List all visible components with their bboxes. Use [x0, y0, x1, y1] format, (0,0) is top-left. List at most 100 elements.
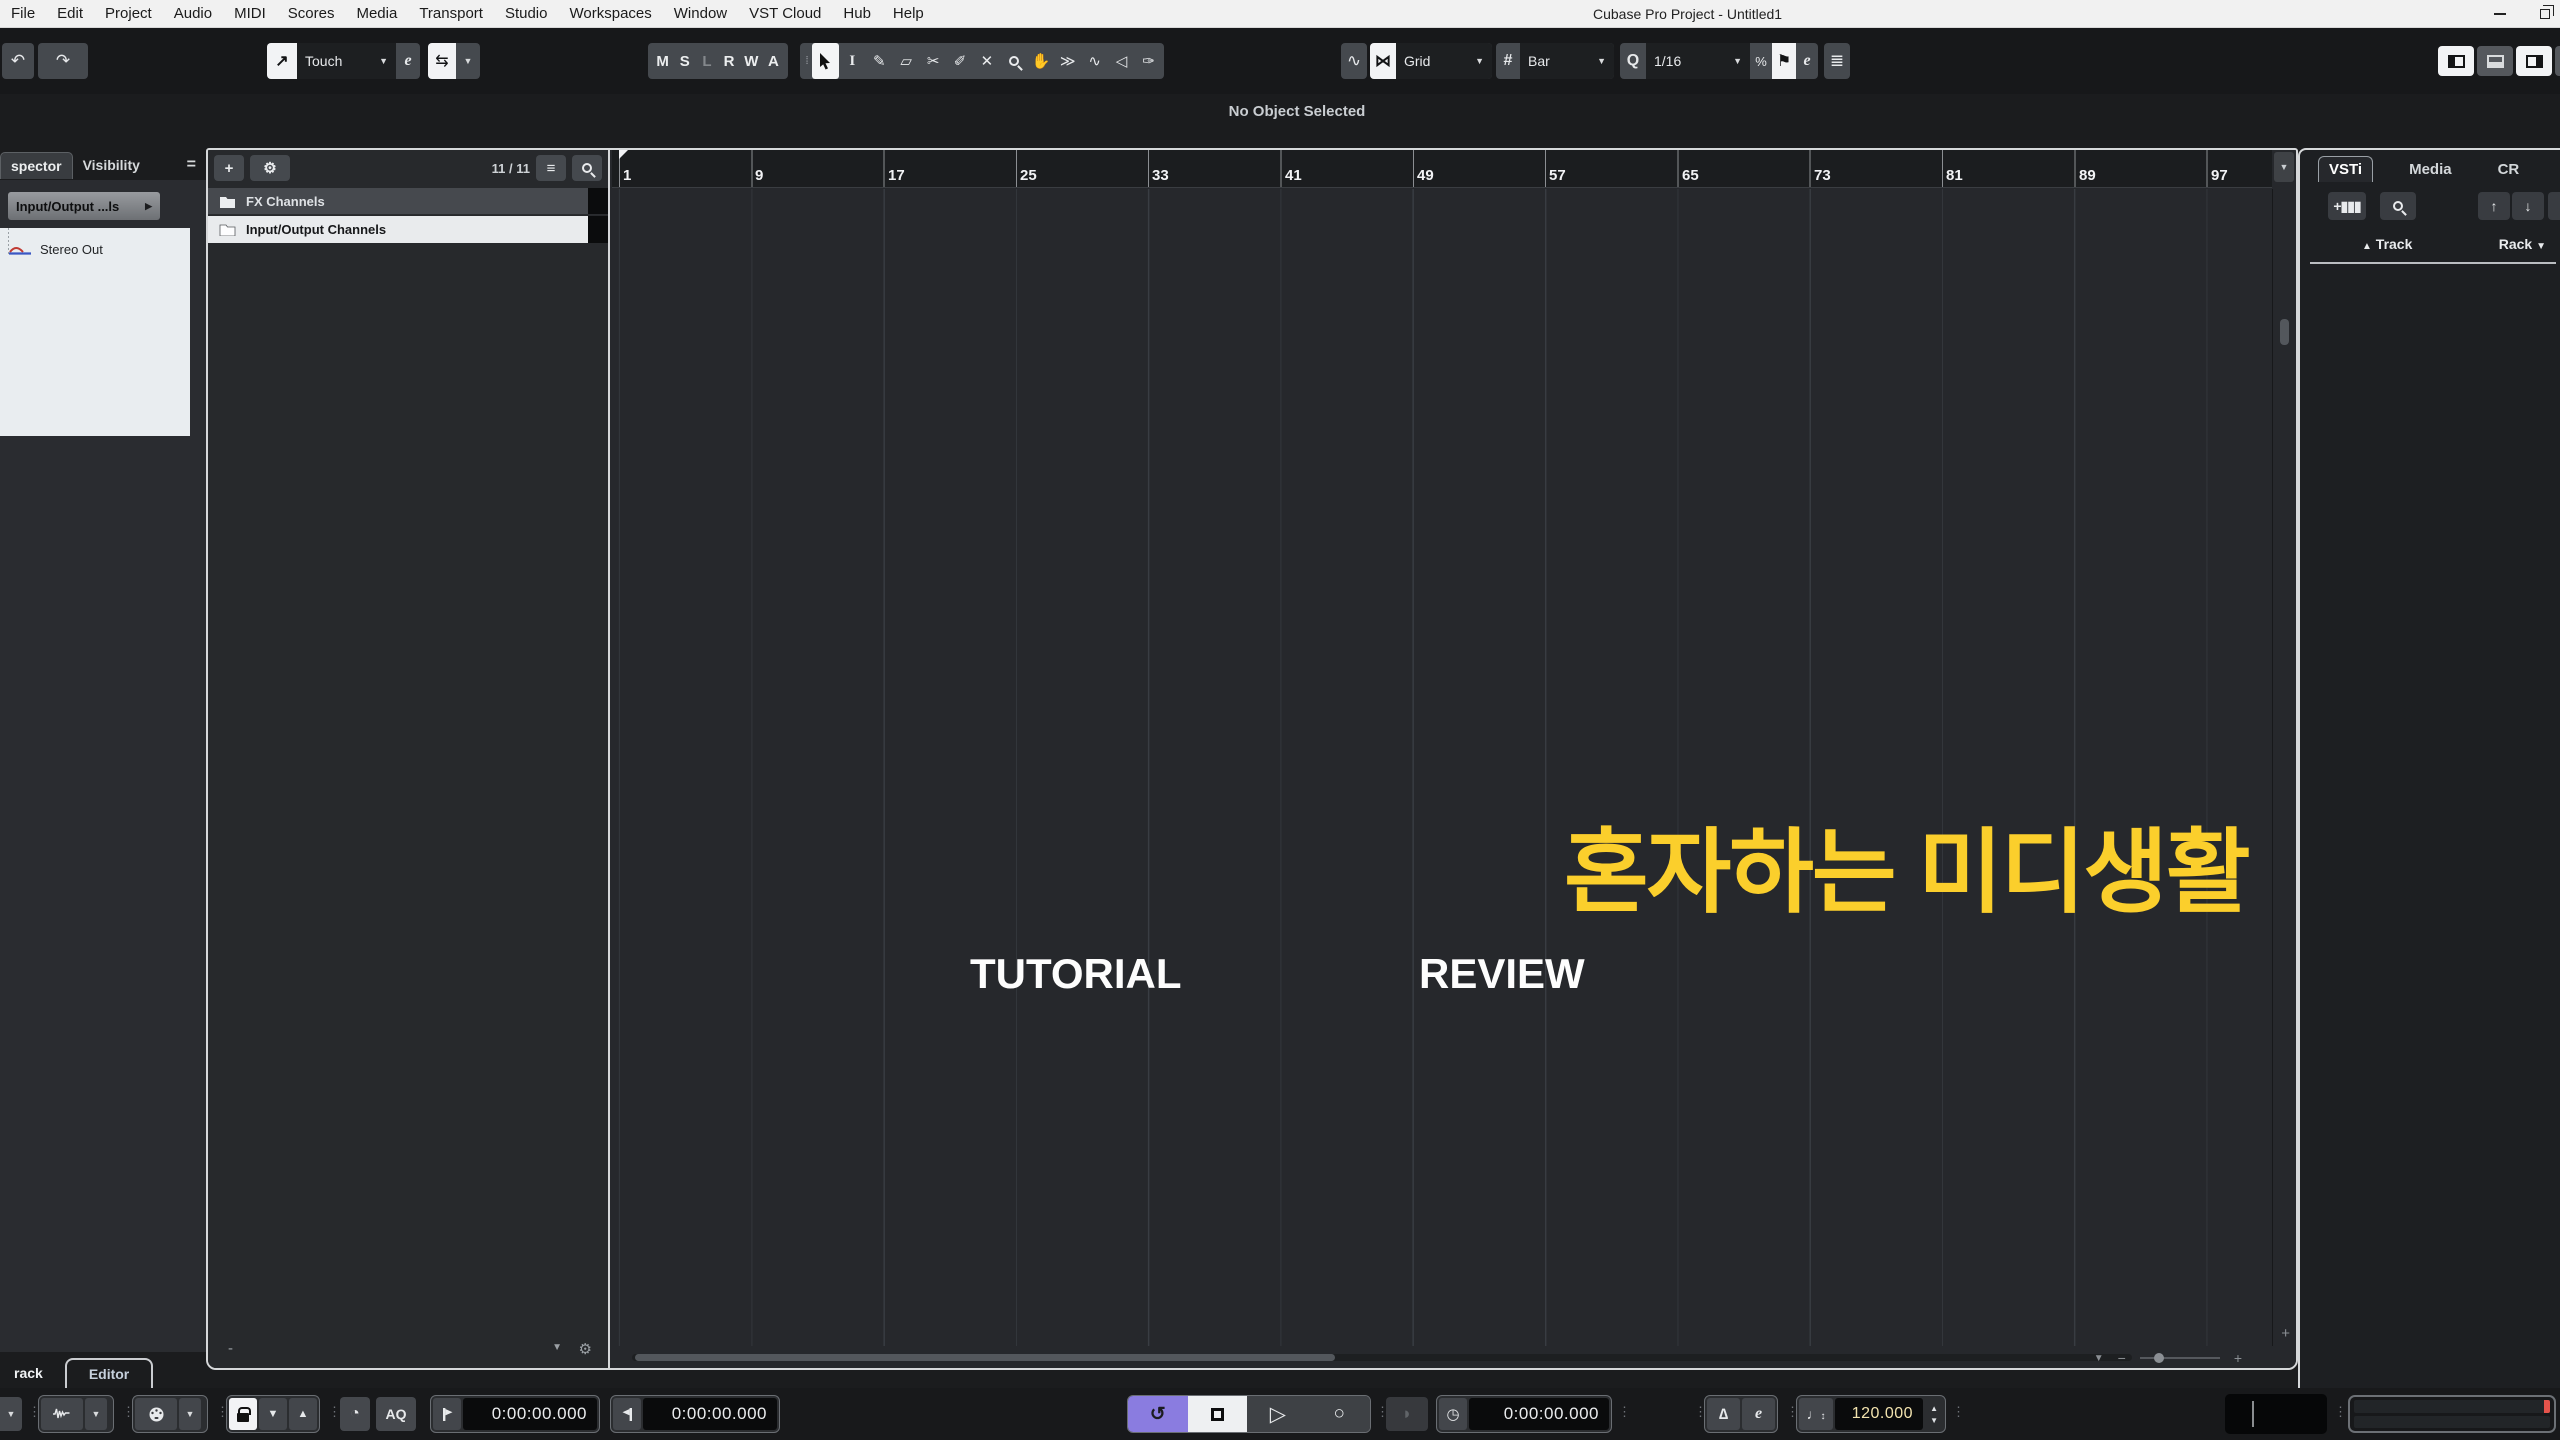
punch-dropdown[interactable]: ▼ — [456, 43, 480, 79]
audio-activity-dropdown[interactable]: ▼ — [85, 1398, 107, 1430]
lower-tab-editor[interactable]: Editor — [64, 1358, 154, 1388]
punch-out-button[interactable]: ▲ — [289, 1398, 317, 1430]
goto-right-locator-button[interactable] — [613, 1398, 641, 1430]
find-instrument-button[interactable] — [2380, 192, 2416, 220]
constrain-delay-dropdown[interactable]: ▼ — [0, 1397, 22, 1431]
quantize-panel-button[interactable]: e — [1796, 43, 1818, 79]
menu-scores[interactable]: Scores — [277, 5, 346, 22]
track-search-button[interactable] — [572, 155, 602, 181]
rack-section-header[interactable]: Rack ▼ — [2499, 236, 2546, 252]
midi-activity-dropdown[interactable]: ▼ — [179, 1398, 201, 1430]
event-display[interactable] — [612, 189, 2272, 1346]
left-zone-toggle[interactable] — [2438, 46, 2474, 76]
audio-activity-button[interactable] — [41, 1398, 83, 1430]
menu-edit[interactable]: Edit — [46, 5, 94, 22]
event-infoline-toggle[interactable]: ≣ — [1824, 43, 1850, 79]
tab-cr[interactable]: CR — [2488, 157, 2530, 182]
tab-media[interactable]: Media — [2399, 157, 2462, 182]
rack-settings-button[interactable] — [2548, 192, 2560, 220]
track-settings-gear-icon[interactable]: ⚙ — [579, 1340, 592, 1358]
right-zone-toggle[interactable] — [2516, 46, 2552, 76]
cycle-button[interactable]: ↺ — [1128, 1396, 1188, 1432]
vertical-zoom-in-button[interactable]: + — [2281, 1325, 2290, 1342]
tab-meter[interactable]: M — [2555, 157, 2560, 182]
suspend-automation-button[interactable]: A — [763, 53, 784, 70]
menu-vst-cloud[interactable]: VST Cloud — [738, 5, 832, 22]
tool-split[interactable]: ✂ — [920, 43, 947, 79]
zoom-slider[interactable] — [2139, 1353, 2220, 1363]
listen-button[interactable]: L — [696, 53, 717, 70]
channel-selector-button[interactable]: Input/Output ...ls ▶ — [8, 192, 160, 220]
move-up-button[interactable]: ↑ — [2478, 192, 2510, 220]
tempo-spinner[interactable]: ▲ ▼ — [1925, 1404, 1943, 1425]
inspector-menu-icon[interactable]: = — [187, 156, 196, 174]
stop-button[interactable] — [1187, 1396, 1248, 1432]
menu-media[interactable]: Media — [345, 5, 408, 22]
horizontal-scroll-thumb[interactable] — [635, 1354, 1335, 1361]
quantize-preset-dropdown[interactable]: 1/16 ▼ — [1646, 43, 1750, 79]
menu-workspaces[interactable]: Workspaces — [559, 5, 663, 22]
track-section-header[interactable]: ▲ Track — [2362, 236, 2412, 252]
automation-button[interactable]: ↗ — [267, 43, 297, 79]
solo-all-button[interactable]: S — [674, 53, 695, 70]
tab-visibility[interactable]: Visibility — [73, 152, 150, 178]
punch-points-button[interactable]: ⇆ — [428, 43, 456, 79]
setup-toolbar-button[interactable] — [2555, 46, 2560, 76]
tool-range-selection[interactable]: I — [839, 43, 866, 79]
metronome-setup-button[interactable]: e — [1742, 1398, 1775, 1430]
autoscroll-button[interactable]: ∿ — [1341, 43, 1367, 79]
table-row[interactable]: FX Channels — [208, 188, 608, 215]
midi-activity-button[interactable] — [135, 1398, 177, 1430]
menu-transport[interactable]: Transport — [408, 5, 494, 22]
tool-comp[interactable]: ≫ — [1054, 43, 1081, 79]
ruler-options-dropdown[interactable]: ▼ — [2274, 152, 2294, 182]
menu-hub[interactable]: Hub — [832, 5, 882, 22]
zoom-slider-knob[interactable] — [2153, 1353, 2164, 1363]
primary-time-display[interactable]: 0:00:00.000 — [1469, 1398, 1609, 1430]
timeline-ruler[interactable]: 1 9 17 25 33 41 49 57 65 73 81 89 97 — [612, 150, 2272, 188]
menu-project[interactable]: Project — [94, 5, 163, 22]
zoom-out-tracks-button[interactable]: - — [228, 1340, 233, 1357]
tool-mute[interactable]: ✕ — [974, 43, 1001, 79]
tool-glue[interactable]: ✐ — [947, 43, 974, 79]
tool-draw[interactable]: ✎ — [866, 43, 893, 79]
punch-lock-button[interactable] — [229, 1398, 257, 1430]
tool-object-selection[interactable] — [811, 43, 839, 79]
left-locator-time[interactable]: 0:00:00.000 — [463, 1398, 597, 1430]
automation-edit-button[interactable]: e — [396, 43, 420, 79]
track-filter-button[interactable]: ≡ — [536, 155, 566, 181]
right-locator-time[interactable]: 0:00:00.000 — [643, 1398, 777, 1430]
read-all-button[interactable]: R — [719, 53, 740, 70]
track-scale-dropdown[interactable]: ▼ — [552, 1342, 562, 1353]
tool-line[interactable]: ∿ — [1081, 43, 1108, 79]
stereo-out-item[interactable]: Stereo Out — [8, 242, 103, 257]
menu-audio[interactable]: Audio — [163, 5, 223, 22]
snap-toggle-button[interactable]: ⋈ — [1370, 43, 1396, 79]
tempo-track-button[interactable]: ♩↕ — [1799, 1398, 1833, 1430]
punch-in-button[interactable]: ▼ — [259, 1398, 287, 1430]
vertical-scrollbar[interactable]: + — [2272, 189, 2296, 1346]
zoom-in-button[interactable]: + — [2234, 1350, 2242, 1366]
tab-vsti[interactable]: VSTi — [2318, 156, 2374, 182]
minimize-icon[interactable] — [2494, 13, 2506, 15]
tool-color[interactable]: ✑ — [1135, 43, 1162, 79]
zoom-out-button[interactable]: − — [2118, 1350, 2126, 1366]
tool-erase[interactable]: ▱ — [893, 43, 920, 79]
write-all-button[interactable]: W — [741, 53, 762, 70]
goto-left-locator-button[interactable] — [433, 1398, 461, 1430]
undo-button[interactable]: ↶ — [2, 43, 34, 79]
zoom-preset-dropdown[interactable]: ▼ — [2094, 1353, 2104, 1364]
move-down-button[interactable]: ↓ — [2512, 192, 2544, 220]
metronome-button[interactable]: ∆ — [1707, 1398, 1740, 1430]
record-button[interactable]: ○ — [1308, 1396, 1370, 1432]
mute-all-button[interactable]: M — [652, 53, 673, 70]
lower-zone-toggle[interactable] — [2477, 46, 2513, 76]
menu-window[interactable]: Window — [663, 5, 738, 22]
track-preset-button[interactable]: ⚙ — [250, 155, 290, 181]
grid-type-dropdown[interactable]: Bar ▼ — [1520, 43, 1614, 79]
menu-file[interactable]: File — [0, 5, 46, 22]
output-level-meter[interactable] — [2348, 1395, 2556, 1433]
play-button[interactable]: ▷ — [1247, 1396, 1309, 1432]
automation-mode-dropdown[interactable]: Touch ▼ — [297, 43, 396, 79]
horizontal-scrollbar[interactable]: ▼ − + — [612, 1346, 2272, 1368]
